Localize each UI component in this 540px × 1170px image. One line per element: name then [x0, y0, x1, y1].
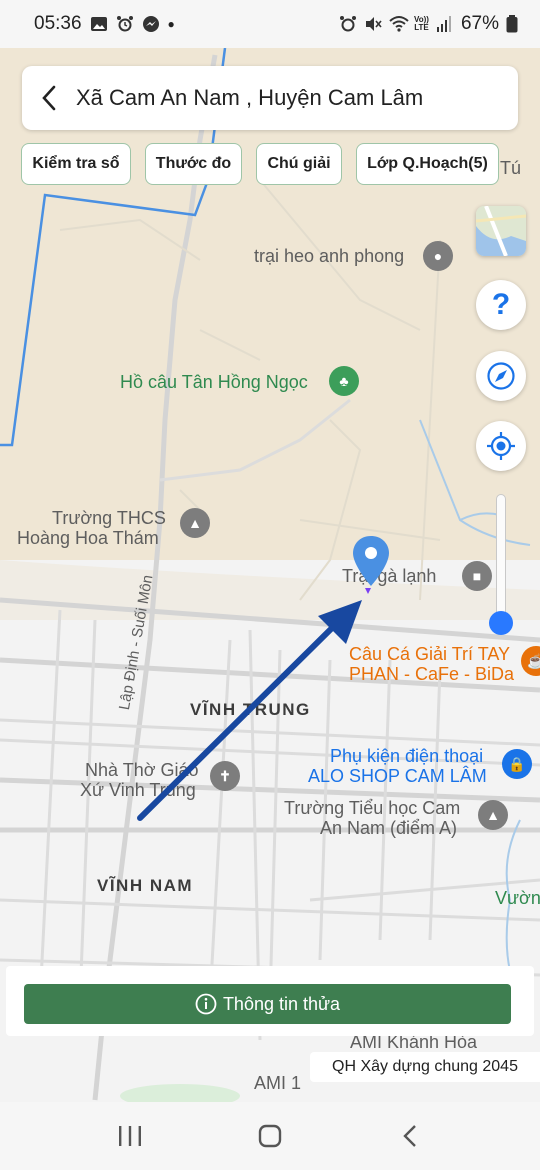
parcel-info-label: Thông tin thửa [222, 993, 341, 1014]
recent-apps-button[interactable] [100, 1106, 160, 1166]
compass-icon [487, 362, 515, 390]
home-icon [258, 1124, 282, 1148]
location-header: Xã Cam An Nam , Huyện Cam Lâm [22, 66, 518, 130]
info-icon [195, 993, 217, 1015]
battery-icon [506, 15, 518, 33]
my-location-button[interactable] [476, 421, 526, 471]
home-button[interactable] [240, 1106, 300, 1166]
crosshair-icon [487, 432, 515, 460]
wifi-icon [389, 15, 409, 33]
legend-button[interactable]: Chú giải [256, 143, 342, 185]
back-nav-button[interactable] [380, 1106, 440, 1166]
mute-icon [364, 15, 382, 33]
header-title: Xã Cam An Nam , Huyện Cam Lâm [76, 85, 424, 110]
back-button[interactable] [22, 66, 76, 130]
map-thumbnail-icon [476, 206, 526, 256]
measure-button[interactable]: Thước đo [145, 143, 242, 185]
alarm-status-icon [339, 15, 357, 33]
map-view[interactable]: trại heo anh phong ● Hồ câu Tân Hồng Ngọ… [0, 48, 540, 1102]
gallery-icon [90, 15, 108, 33]
question-mark-icon: ? [491, 288, 511, 321]
back-arrow-icon [403, 1125, 416, 1147]
plan-name-label: QH Xây dựng chung 2045 [310, 1052, 540, 1082]
recent-apps-icon [119, 1126, 141, 1146]
notification-dot-icon: ● [167, 17, 175, 31]
status-bar: 05:36 ● Vo)) LTE 67% [0, 0, 540, 48]
alarm-icon [116, 15, 134, 33]
check-certificate-button[interactable]: Kiểm tra sổ [21, 143, 131, 185]
annotation-arrow-icon [137, 600, 362, 821]
battery-percent: 67% [460, 13, 499, 34]
map-layer-button[interactable] [476, 206, 526, 256]
planning-layer-button[interactable]: Lớp Q.Hoạch(5) [356, 143, 499, 185]
volte-icon: Vo)) LTE [414, 15, 429, 32]
parcel-info-button[interactable]: Thông tin thửa [24, 984, 511, 1024]
compass-button[interactable] [476, 351, 526, 401]
messenger-icon [142, 15, 160, 33]
signal-icon [436, 15, 454, 33]
opacity-slider-thumb[interactable] [489, 611, 513, 635]
status-time: 05:36 [34, 13, 82, 34]
opacity-slider-track[interactable] [496, 494, 506, 630]
help-button[interactable]: ? [476, 280, 526, 330]
chevron-left-icon [42, 85, 56, 111]
navigation-bar [0, 1102, 540, 1170]
